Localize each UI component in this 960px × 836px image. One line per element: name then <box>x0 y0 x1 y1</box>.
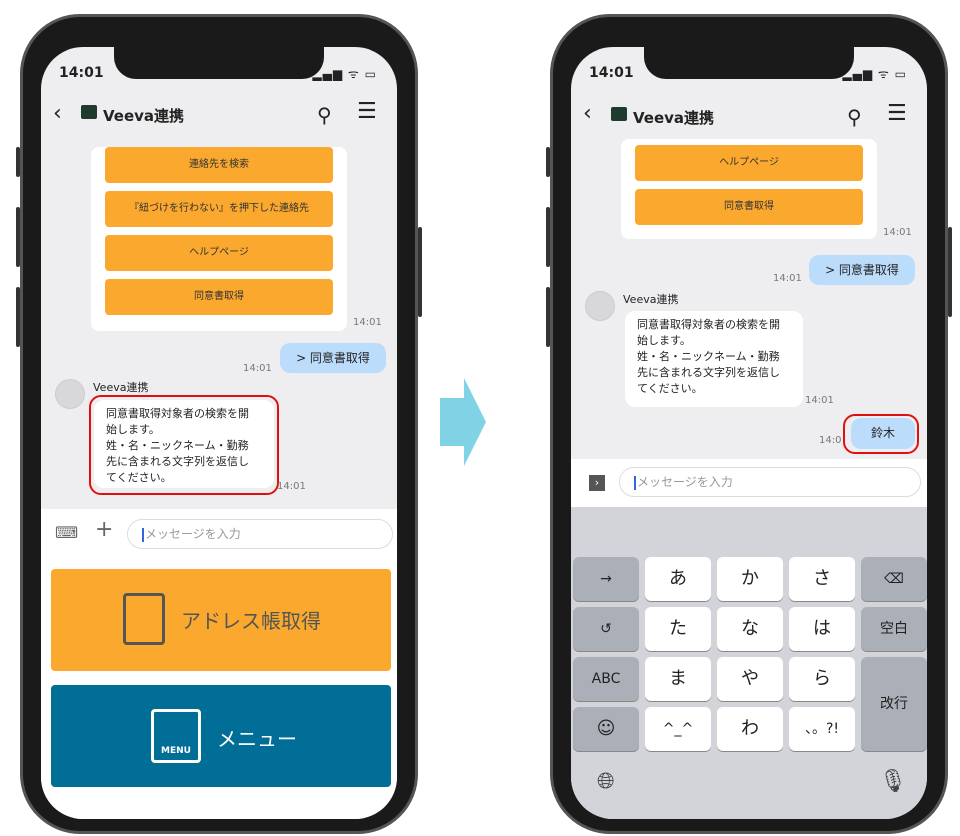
bot-message: 同意書取得対象者の検索を開 始します。 姓・名・ニックネーム・勤務 先に含まれる文字列… <box>625 311 803 407</box>
menu-icon: MENU <box>151 709 201 763</box>
left-screen: 14:01 ▂▄▆ ᯤ ▭ ‹ Veeva連携 ⚲ ☰ 連絡先を検索 『紐づけを… <box>41 47 397 819</box>
timestamp: 14:01 <box>773 273 802 284</box>
key[interactable]: た <box>645 607 711 651</box>
search-icon[interactable]: ⚲ <box>317 103 332 127</box>
timestamp: 14:01 <box>353 317 382 328</box>
timestamp: 14:01 <box>805 395 834 406</box>
key-space[interactable]: 空白 <box>861 607 927 651</box>
key-backspace[interactable]: ⌫ <box>861 557 927 601</box>
key[interactable]: や <box>717 657 783 701</box>
timestamp: 14:01 <box>243 363 272 374</box>
menu-button[interactable]: ヘルプページ <box>635 145 863 181</box>
menu-button[interactable]: ヘルプページ <box>105 235 333 271</box>
bot-name: Veeva連携 <box>623 293 679 306</box>
chat-title: Veeva連携 <box>633 109 715 127</box>
timestamp: 14:0 <box>819 435 842 446</box>
status-icons: ▂▄▆ ᯤ ▭ <box>842 67 907 81</box>
arrow-right-icon <box>440 378 486 466</box>
user-message: > 同意書取得 <box>280 343 386 373</box>
key[interactable]: さ <box>789 557 855 601</box>
input-bar: ⌨ + メッセージを入力 <box>41 509 397 561</box>
key-arrow[interactable]: → <box>573 557 639 601</box>
rich-menu-menu[interactable]: MENU メニュー <box>51 685 391 787</box>
key[interactable]: わ <box>717 707 783 751</box>
timestamp: 14:01 <box>883 227 912 238</box>
bot-name: Veeva連携 <box>93 381 149 394</box>
menu-button[interactable]: 連絡先を検索 <box>105 147 333 183</box>
input-bar: › メッセージを入力 <box>571 459 927 507</box>
key-return[interactable]: 改行 <box>861 657 927 751</box>
right-phone: 14:01 ▂▄▆ ᯤ ▭ ‹ Veeva連携 ⚲ ☰ ヘルプページ 同意書取得… <box>546 14 952 834</box>
key-emoji[interactable]: ☺ <box>573 707 639 751</box>
menu-button[interactable]: 同意書取得 <box>105 279 333 315</box>
status-icons: ▂▄▆ ᯤ ▭ <box>312 67 377 81</box>
key[interactable]: な <box>717 607 783 651</box>
expand-icon[interactable]: › <box>589 475 605 491</box>
key[interactable]: あ <box>645 557 711 601</box>
keyboard-icon[interactable]: ⌨ <box>55 523 78 542</box>
left-phone: 14:01 ▂▄▆ ᯤ ▭ ‹ Veeva連携 ⚲ ☰ 連絡先を検索 『紐づけを… <box>16 14 422 834</box>
robot-icon <box>611 107 627 121</box>
key-abc[interactable]: ABC <box>573 657 639 701</box>
key[interactable]: か <box>717 557 783 601</box>
chevron-left-icon[interactable]: ‹ <box>583 101 592 126</box>
key-undo[interactable]: ↺ <box>573 607 639 651</box>
menu-button[interactable]: 『紐づけを行わない』を押下した連絡先 <box>105 191 333 227</box>
highlight-box: 鈴木 <box>843 414 919 454</box>
key[interactable]: ら <box>789 657 855 701</box>
robot-icon <box>81 105 97 119</box>
rich-menu-address-book[interactable]: アドレス帳取得 <box>51 569 391 671</box>
bot-avatar <box>585 291 615 321</box>
timestamp: 14:01 <box>277 481 306 492</box>
menu-card: ヘルプページ 同意書取得 <box>621 139 877 239</box>
message-input[interactable]: メッセージを入力 <box>619 467 921 497</box>
globe-icon[interactable]: 🌐︎ <box>597 769 615 794</box>
plus-icon[interactable]: + <box>95 517 113 542</box>
search-icon[interactable]: ⚲ <box>847 105 862 129</box>
menu-card: 連絡先を検索 『紐づけを行わない』を押下した連絡先 ヘルプページ 同意書取得 <box>91 147 347 331</box>
user-message: > 同意書取得 <box>809 255 915 285</box>
key[interactable]: 、。?! <box>789 707 855 751</box>
message-input[interactable]: メッセージを入力 <box>127 519 393 549</box>
bot-message: 同意書取得対象者の検索を開 始します。 姓・名・ニックネーム・勤務 先に含まれる文字列… <box>94 400 274 488</box>
address-book-icon <box>123 593 165 645</box>
key[interactable]: ま <box>645 657 711 701</box>
highlight-box: 同意書取得対象者の検索を開 始します。 姓・名・ニックネーム・勤務 先に含まれる文字列… <box>89 395 279 495</box>
hamburger-icon[interactable]: ☰ <box>357 99 377 124</box>
keyboard: → あ か さ ⌫ ↺ た な は 空白 ABC ま や ら 改行 ☺ ^_^ … <box>571 507 927 819</box>
status-time: 14:01 <box>59 65 104 81</box>
user-reply: 鈴木 <box>851 418 915 449</box>
bot-avatar <box>55 379 85 409</box>
right-screen: 14:01 ▂▄▆ ᯤ ▭ ‹ Veeva連携 ⚲ ☰ ヘルプページ 同意書取得… <box>571 47 927 819</box>
key[interactable]: ^_^ <box>645 707 711 751</box>
hamburger-icon[interactable]: ☰ <box>887 101 907 126</box>
chat-title: Veeva連携 <box>103 107 185 125</box>
menu-button[interactable]: 同意書取得 <box>635 189 863 225</box>
chevron-left-icon[interactable]: ‹ <box>53 101 62 126</box>
status-time: 14:01 <box>589 65 634 81</box>
key[interactable]: は <box>789 607 855 651</box>
microphone-icon[interactable]: 🎙︎ <box>879 769 907 794</box>
